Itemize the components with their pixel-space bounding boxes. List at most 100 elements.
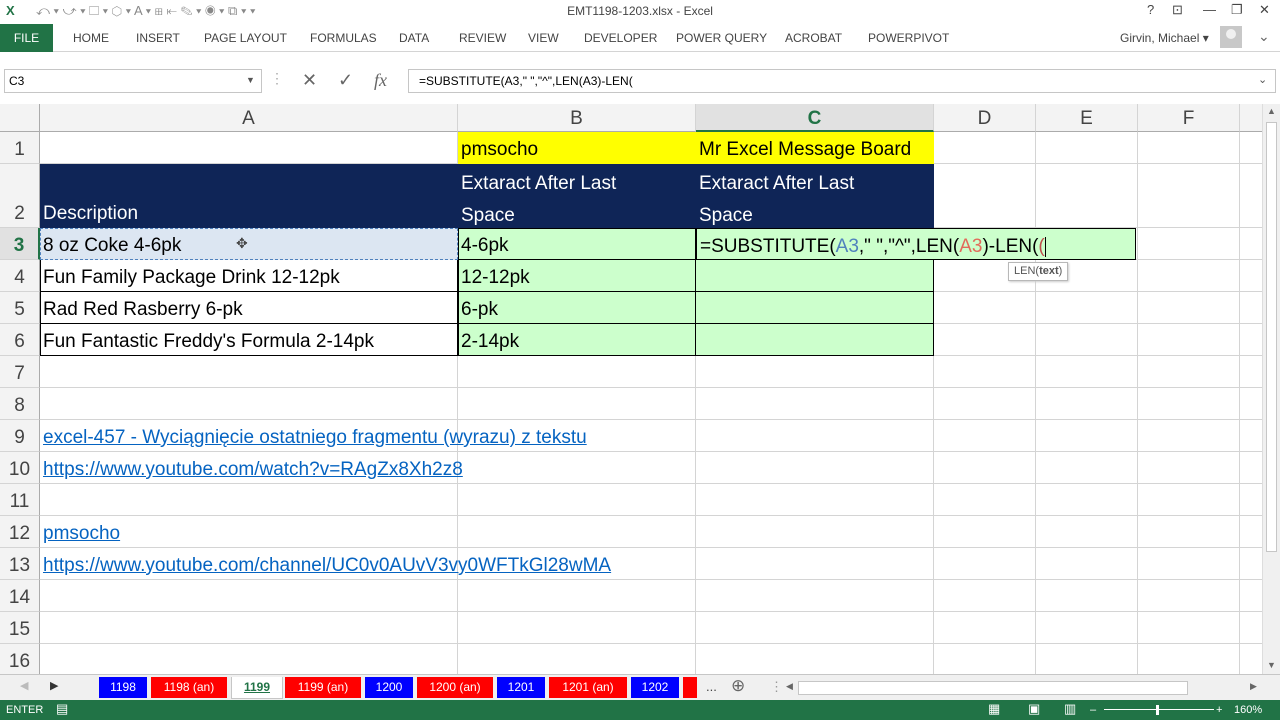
cell-a5[interactable]: Rad Red Rasberry 6-pk xyxy=(40,292,458,324)
row-header-11[interactable]: 11 xyxy=(0,484,40,516)
select-all-button[interactable] xyxy=(0,104,40,132)
sheet-tab-1198[interactable]: 1198 xyxy=(99,677,147,698)
cell-a2[interactable]: Description xyxy=(40,164,458,228)
cell-b4[interactable]: 12-12pk xyxy=(458,260,696,292)
cell-a3[interactable]: 8 oz Coke 4-6pk xyxy=(40,228,458,260)
page-layout-view-icon[interactable]: ▣ xyxy=(1028,699,1040,719)
tab-home[interactable]: HOME xyxy=(73,24,109,52)
scroll-up-icon[interactable]: ▲ xyxy=(1267,106,1276,116)
tab-formulas[interactable]: FORMULAS xyxy=(310,24,377,52)
help-button[interactable]: ? xyxy=(1147,2,1154,17)
column-header-a[interactable]: A xyxy=(40,104,458,132)
cell-a9-link[interactable]: excel-457 - Wyciągnięcie ostatniego frag… xyxy=(40,420,587,452)
column-header-g[interactable] xyxy=(1240,104,1262,132)
sheet-tab-1199-an[interactable]: 1199 (an) xyxy=(285,677,361,698)
column-header-c[interactable]: C xyxy=(696,104,934,132)
splitter-icon[interactable]: ⋮ xyxy=(770,679,783,695)
cell-a4[interactable]: Fun Family Package Drink 12-12pk xyxy=(40,260,458,292)
zoom-slider[interactable] xyxy=(1104,709,1214,710)
sheet-tab-1198-an[interactable]: 1198 (an) xyxy=(151,677,227,698)
cell-b3[interactable]: 4-6pk xyxy=(458,228,696,260)
tab-powerpivot[interactable]: POWERPIVOT xyxy=(868,24,949,52)
vertical-scroll-thumb[interactable] xyxy=(1266,122,1277,552)
row-header-2[interactable]: 2 xyxy=(0,164,40,228)
column-header-e[interactable]: E xyxy=(1036,104,1138,132)
restore-button[interactable]: ❐ xyxy=(1231,2,1243,18)
zoom-slider-thumb[interactable] xyxy=(1156,705,1159,715)
add-sheet-icon[interactable]: ⊕ xyxy=(731,676,745,696)
sheet-tab-1200[interactable]: 1200 xyxy=(365,677,413,698)
column-header-b[interactable]: B xyxy=(458,104,696,132)
close-button[interactable]: ✕ xyxy=(1259,2,1270,18)
avatar[interactable] xyxy=(1220,26,1242,48)
column-header-d[interactable]: D xyxy=(934,104,1036,132)
page-break-view-icon[interactable]: ▥ xyxy=(1064,699,1076,719)
cell-b2[interactable]: Extaract After Last Space xyxy=(458,164,696,228)
row-header-9[interactable]: 9 xyxy=(0,420,40,452)
cell-a12-link[interactable]: pmsocho xyxy=(40,516,120,548)
enter-check-icon[interactable]: ✓ xyxy=(338,70,353,91)
sheet-tab-1201-an[interactable]: 1201 (an) xyxy=(549,677,627,698)
formula-input[interactable]: =SUBSTITUTE(A3," ","^",LEN(A3)-LEN( xyxy=(408,69,1276,93)
row-header-5[interactable]: 5 xyxy=(0,292,40,324)
cancel-icon[interactable]: ✕ xyxy=(302,70,317,91)
cell-b6[interactable]: 2-14pk xyxy=(458,324,696,356)
horizontal-scrollbar[interactable]: ◀ ▶ xyxy=(784,680,1262,696)
tab-page-layout[interactable]: PAGE LAYOUT xyxy=(204,24,287,52)
cell-a6[interactable]: Fun Fantastic Freddy's Formula 2-14pk xyxy=(40,324,458,356)
cell-b5[interactable]: 6-pk xyxy=(458,292,696,324)
row-header-1[interactable]: 1 xyxy=(0,132,40,164)
zoom-out-icon[interactable]: – xyxy=(1090,700,1096,720)
row-header-14[interactable]: 14 xyxy=(0,580,40,612)
row-header-4[interactable]: 4 xyxy=(0,260,40,292)
cell-c1[interactable]: Mr Excel Message Board xyxy=(696,132,934,164)
tab-data[interactable]: DATA xyxy=(399,24,429,52)
macro-record-icon[interactable]: ▤ xyxy=(56,699,68,719)
row-header-12[interactable]: 12 xyxy=(0,516,40,548)
function-tooltip[interactable]: LEN(text) xyxy=(1008,262,1069,281)
zoom-in-icon[interactable]: + xyxy=(1216,700,1222,720)
sheet-tab-1199[interactable]: 1199 xyxy=(231,677,283,699)
row-header-15[interactable]: 15 xyxy=(0,612,40,644)
tab-insert[interactable]: INSERT xyxy=(136,24,180,52)
tab-power-query[interactable]: POWER QUERY xyxy=(676,24,767,52)
cell-c3[interactable]: =SUBSTITUTE(A3," ","^",LEN(A3)-LEN(( xyxy=(696,228,1136,260)
row-header-6[interactable]: 6 xyxy=(0,324,40,356)
scroll-left-icon[interactable]: ◀ xyxy=(786,681,793,692)
tab-acrobat[interactable]: ACROBAT xyxy=(785,24,842,52)
row-header-8[interactable]: 8 xyxy=(0,388,40,420)
chevron-down-icon[interactable]: ▼ xyxy=(246,69,255,91)
chevron-down-icon[interactable]: ⌄ xyxy=(1258,28,1270,45)
row-header-7[interactable]: 7 xyxy=(0,356,40,388)
ribbon-display-button[interactable]: ⊡ xyxy=(1172,2,1183,18)
normal-view-icon[interactable]: ▦ xyxy=(988,699,1000,719)
cell-b1[interactable]: pmsocho xyxy=(458,132,696,164)
scroll-right-icon[interactable]: ▶ xyxy=(1250,681,1257,692)
tab-view[interactable]: VIEW xyxy=(528,24,559,52)
sheet-tab-1200-an[interactable]: 1200 (an) xyxy=(417,677,493,698)
tab-developer[interactable]: DEVELOPER xyxy=(584,24,657,52)
insert-function-icon[interactable]: fx xyxy=(374,70,387,91)
row-header-10[interactable]: 10 xyxy=(0,452,40,484)
scroll-down-icon[interactable]: ▼ xyxy=(1267,660,1276,670)
row-header-13[interactable]: 13 xyxy=(0,548,40,580)
sheet-tab-1201[interactable]: 1201 xyxy=(497,677,545,698)
sheet-tab-1202[interactable]: 1202 xyxy=(631,677,679,698)
sheet-tab-partial[interactable] xyxy=(683,677,697,698)
cell-a13-link[interactable]: https://www.youtube.com/channel/UC0v0AUv… xyxy=(40,548,611,580)
cell-c2[interactable]: Extaract After Last Space xyxy=(696,164,934,228)
tab-file[interactable]: FILE xyxy=(0,24,53,52)
row-header-3[interactable]: 3 xyxy=(0,228,40,260)
tab-review[interactable]: REVIEW xyxy=(459,24,506,52)
zoom-level[interactable]: 160% xyxy=(1234,700,1262,720)
worksheet-grid[interactable]: A B C D E F 1 2 3 4 5 6 7 8 9 10 11 12 1… xyxy=(0,104,1262,674)
cell-a10-link[interactable]: https://www.youtube.com/watch?v=RAgZx8Xh… xyxy=(40,452,463,484)
name-box[interactable]: C3 xyxy=(4,69,262,93)
row-header-16[interactable]: 16 xyxy=(0,644,40,674)
user-name[interactable]: Girvin, Michael ▾ xyxy=(1120,24,1209,52)
more-sheets-button[interactable]: ... xyxy=(706,679,717,694)
horizontal-scroll-thumb[interactable] xyxy=(798,681,1188,695)
tab-scroll-right-icon[interactable]: ▶ xyxy=(50,679,58,692)
chevron-down-icon[interactable]: ⌄ xyxy=(1258,73,1267,86)
tab-scroll-left-icon[interactable]: ◀ xyxy=(20,679,28,692)
